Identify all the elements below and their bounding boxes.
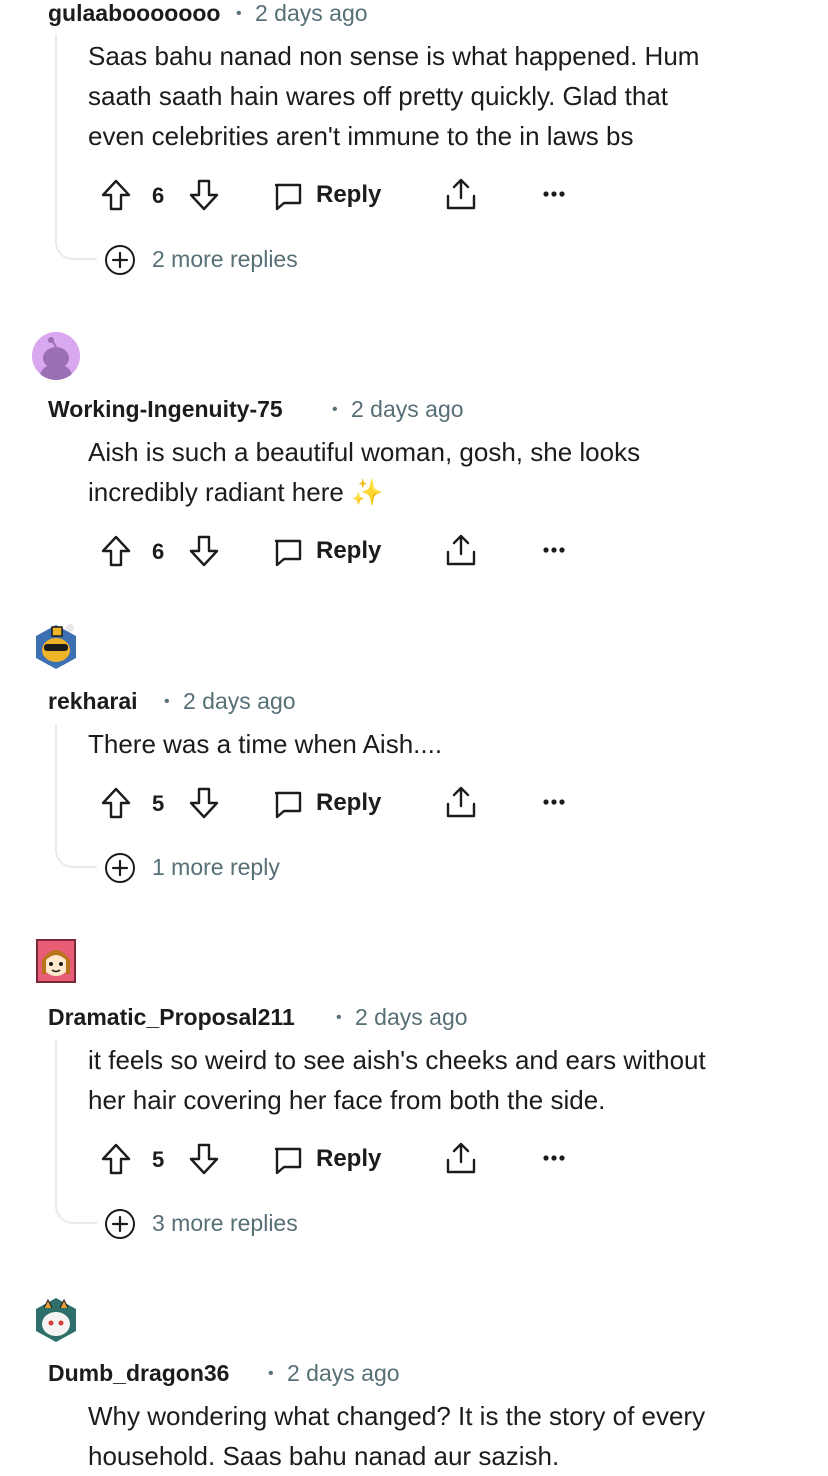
more-replies-button[interactable]: 3 more replies: [104, 1208, 364, 1240]
comment-line-text: incredibly radiant here: [88, 477, 344, 507]
comment-timestamp: 2 days ago: [355, 1004, 468, 1030]
comment-line: There was a time when Aish....: [88, 729, 443, 759]
avatar[interactable]: [32, 1294, 80, 1342]
downvote-icon[interactable]: [188, 786, 220, 820]
reply-button[interactable]: Reply: [272, 786, 392, 820]
avatar[interactable]: [32, 936, 80, 984]
comment-bubble-icon: [272, 180, 304, 212]
separator-dot: •: [236, 5, 242, 22]
vote-count: 6: [152, 539, 165, 564]
avatar[interactable]: [32, 332, 80, 380]
downvote-icon[interactable]: [188, 1142, 220, 1176]
reply-label: Reply: [316, 537, 382, 564]
downvote-icon[interactable]: [188, 178, 220, 212]
more-replies-label: 2 more replies: [152, 246, 298, 272]
comment-line: Why wondering what changed? It is the st…: [88, 1401, 706, 1431]
comment-line: her hair covering her face from both the…: [88, 1085, 606, 1115]
expand-plus-icon: [104, 1208, 136, 1240]
reply-label: Reply: [316, 181, 382, 208]
comment-line: Saas bahu nanad non sense is what happen…: [88, 41, 700, 71]
comment-bubble-icon: [272, 536, 304, 568]
reply-button[interactable]: Reply: [272, 1142, 392, 1176]
upvote-icon[interactable]: [100, 534, 132, 568]
separator-dot: •: [336, 1009, 342, 1026]
more-options-icon[interactable]: [542, 1154, 566, 1162]
comment-timestamp: 2 days ago: [287, 1360, 400, 1386]
vote-count: 6: [152, 183, 165, 208]
reply-button[interactable]: Reply: [272, 534, 392, 568]
vote-count: 5: [152, 1147, 165, 1172]
comment-line: saath saath hain wares off pretty quickl…: [88, 81, 669, 111]
share-icon[interactable]: [444, 532, 478, 568]
downvote-icon[interactable]: [188, 534, 220, 568]
more-replies-label: 1 more reply: [152, 854, 280, 880]
comment-bubble-icon: [272, 788, 304, 820]
snoo-icon: [36, 624, 76, 669]
comment-timestamp: 2 days ago: [351, 396, 464, 422]
comment-line: incredibly radiant here ✨: [88, 472, 798, 512]
action-bar: 6 Reply: [0, 174, 828, 218]
snoo-icon: [36, 939, 76, 983]
comment-line: even celebrities aren't immune to the in…: [88, 121, 634, 151]
comment-username[interactable]: Dramatic_Proposal211: [48, 1004, 295, 1031]
more-options-icon[interactable]: [542, 546, 566, 554]
sparkles-emoji: ✨: [351, 477, 384, 507]
expand-plus-icon: [104, 244, 136, 276]
action-bar: 5 Reply: [0, 782, 828, 826]
more-replies-button[interactable]: 2 more replies: [104, 244, 364, 276]
comment-line: it feels so weird to see aish's cheeks a…: [88, 1045, 706, 1075]
separator-dot: •: [332, 401, 338, 418]
upvote-icon[interactable]: [100, 1142, 132, 1176]
reply-label: Reply: [316, 1145, 382, 1172]
snoo-icon: [36, 1298, 76, 1342]
comment-username[interactable]: Working-Ingenuity-75: [48, 396, 283, 423]
upvote-icon[interactable]: [100, 178, 132, 212]
avatar[interactable]: [32, 622, 80, 670]
comment-username[interactable]: gulaabooooooo: [48, 0, 220, 27]
comment-username[interactable]: Dumb_dragon36: [48, 1360, 229, 1387]
upvote-icon[interactable]: [100, 786, 132, 820]
more-options-icon[interactable]: [542, 798, 566, 806]
comment-line: household. Saas bahu nanad aur sazish.: [88, 1441, 560, 1471]
vote-count: 5: [152, 791, 165, 816]
expand-plus-icon: [104, 852, 136, 884]
action-bar: 5 Reply: [0, 1138, 828, 1182]
comment-body: it feels so weird to see aish's cheeks a…: [88, 1040, 798, 1120]
comment-bubble-icon: [272, 1144, 304, 1176]
comment-body: Aish is such a beautiful woman, gosh, sh…: [88, 432, 798, 512]
comment-body: Why wondering what changed? It is the st…: [88, 1396, 798, 1476]
separator-dot: •: [164, 693, 170, 710]
comment-timestamp: 2 days ago: [255, 0, 368, 26]
comment-timestamp: 2 days ago: [183, 688, 296, 714]
comment-line: Aish is such a beautiful woman, gosh, sh…: [88, 437, 641, 467]
share-icon[interactable]: [444, 784, 478, 820]
share-icon[interactable]: [444, 1140, 478, 1176]
comment-body: Saas bahu nanad non sense is what happen…: [88, 36, 798, 156]
more-replies-label: 3 more replies: [152, 1210, 298, 1236]
action-bar: 6 Reply: [0, 530, 828, 574]
snoo-icon: [32, 332, 80, 380]
more-replies-button[interactable]: 1 more reply: [104, 852, 364, 884]
comment-username[interactable]: rekharai: [48, 688, 138, 715]
reply-label: Reply: [316, 789, 382, 816]
separator-dot: •: [268, 1365, 274, 1382]
reply-button[interactable]: Reply: [272, 178, 392, 212]
comment-body: There was a time when Aish....: [88, 724, 798, 764]
share-icon[interactable]: [444, 176, 478, 212]
more-options-icon[interactable]: [542, 190, 566, 198]
